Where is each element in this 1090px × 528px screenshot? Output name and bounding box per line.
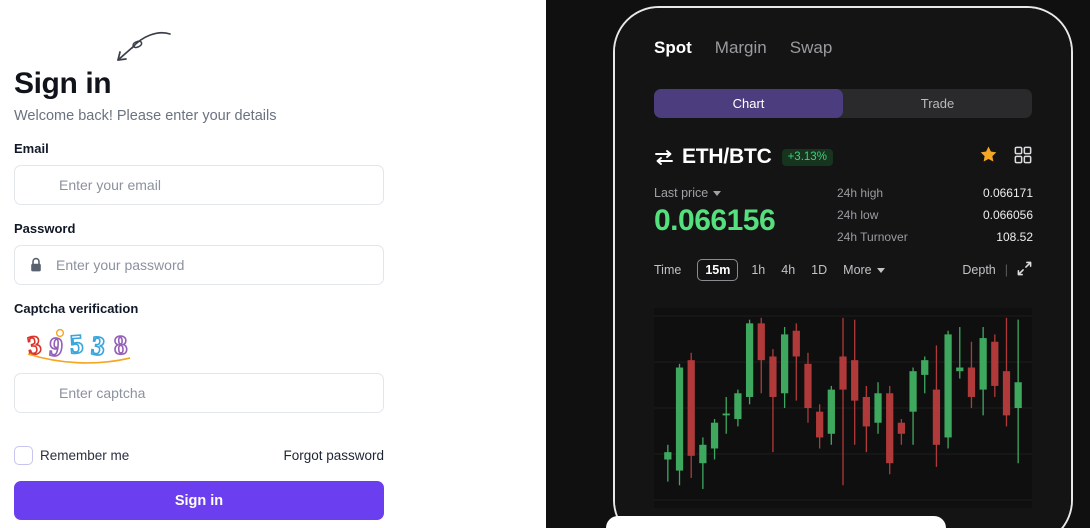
captcha-image[interactable]: 3 9 5 3 8 bbox=[26, 324, 150, 366]
timeframe-row: Time 15m 1h 4h 1D More Depth | bbox=[654, 257, 1032, 283]
stat-label: 24h low bbox=[837, 208, 879, 222]
phone-showcase-panel: Spot Margin Swap Chart Trade ETH/BTC +3.… bbox=[546, 0, 1090, 528]
last-price-label: Last price bbox=[654, 186, 709, 200]
pair-symbol: ETH/BTC bbox=[682, 145, 772, 168]
swap-arrows-icon[interactable] bbox=[654, 147, 674, 167]
pair-actions bbox=[979, 145, 1032, 169]
stat-row: 24h low 0.066056 bbox=[837, 208, 1033, 222]
market-type-tabs: Spot Margin Swap bbox=[654, 38, 832, 58]
timeframe-more[interactable]: More bbox=[843, 263, 885, 277]
svg-text:8: 8 bbox=[113, 330, 128, 361]
candlestick-chart[interactable] bbox=[654, 308, 1032, 508]
email-label: Email bbox=[14, 141, 49, 156]
page-title: Sign in bbox=[14, 67, 112, 100]
remember-me-checkbox[interactable] bbox=[14, 446, 33, 465]
trading-pair-row: ETH/BTC +3.13% bbox=[654, 143, 1032, 171]
timeframe-1h[interactable]: 1h bbox=[751, 263, 765, 277]
email-placeholder: Enter your email bbox=[59, 177, 161, 193]
timeframe-4h[interactable]: 4h bbox=[781, 263, 795, 277]
svg-text:3: 3 bbox=[90, 330, 107, 361]
stat-value: 0.066056 bbox=[982, 208, 1033, 222]
segment-chart[interactable]: Chart bbox=[654, 89, 843, 118]
forgot-password-link[interactable]: Forgot password bbox=[283, 448, 384, 463]
remember-me-label: Remember me bbox=[40, 448, 130, 463]
password-label: Password bbox=[14, 221, 76, 236]
stat-label: 24h high bbox=[837, 186, 884, 200]
svg-text:5: 5 bbox=[69, 329, 85, 360]
timeframe-more-label: More bbox=[843, 263, 872, 277]
tab-spot[interactable]: Spot bbox=[654, 38, 692, 58]
grid-icon[interactable] bbox=[1014, 146, 1032, 169]
chevron-down-icon bbox=[876, 267, 885, 273]
divider: | bbox=[1004, 263, 1008, 277]
captcha-input[interactable]: Enter captcha bbox=[14, 373, 384, 413]
remember-row: Remember me Forgot password bbox=[14, 446, 384, 466]
phone-mockup: Spot Margin Swap Chart Trade ETH/BTC +3.… bbox=[613, 6, 1073, 528]
last-price-selector[interactable]: Last price bbox=[654, 186, 775, 200]
bottom-sheet-peek bbox=[606, 516, 946, 528]
expand-arrows-icon[interactable] bbox=[1017, 261, 1032, 279]
stat-value: 108.52 bbox=[996, 230, 1033, 244]
tab-margin[interactable]: Margin bbox=[715, 38, 767, 58]
password-field[interactable]: Enter your password bbox=[14, 245, 384, 285]
email-field[interactable]: Enter your email bbox=[14, 165, 384, 205]
last-price-value: 0.066156 bbox=[654, 204, 776, 237]
chart-tools: Depth | bbox=[962, 261, 1032, 279]
sign-in-button[interactable]: Sign in bbox=[14, 481, 384, 520]
last-price-block: Last price 0.066156 bbox=[654, 186, 776, 237]
login-panel: Sign in Welcome back! Please enter your … bbox=[0, 0, 546, 528]
timeframe-15m[interactable]: 15m bbox=[697, 259, 739, 281]
captcha-placeholder: Enter captcha bbox=[59, 385, 146, 401]
page-subtitle: Welcome back! Please enter your details bbox=[14, 108, 277, 124]
depth-button[interactable]: Depth bbox=[962, 263, 995, 277]
tab-swap[interactable]: Swap bbox=[790, 38, 833, 58]
timeframe-time-label[interactable]: Time bbox=[654, 263, 681, 277]
password-placeholder: Enter your password bbox=[56, 257, 185, 273]
phone-screen: Spot Margin Swap Chart Trade ETH/BTC +3.… bbox=[615, 8, 1071, 528]
market-stats: 24h high 0.066171 24h low 0.066056 24h T… bbox=[837, 186, 1033, 252]
stat-value: 0.066171 bbox=[982, 186, 1033, 200]
lock-icon bbox=[29, 257, 43, 273]
chart-trade-segmented-control: Chart Trade bbox=[654, 89, 1032, 118]
stat-row: 24h Turnover 108.52 bbox=[837, 230, 1033, 244]
chevron-down-icon bbox=[713, 190, 722, 196]
stat-row: 24h high 0.066171 bbox=[837, 186, 1033, 200]
price-change-badge: +3.13% bbox=[781, 148, 833, 166]
timeframe-1d[interactable]: 1D bbox=[811, 263, 827, 277]
segment-trade[interactable]: Trade bbox=[843, 89, 1032, 118]
stat-label: 24h Turnover bbox=[837, 230, 908, 244]
captcha-label: Captcha verification bbox=[14, 301, 139, 316]
star-icon[interactable] bbox=[979, 145, 998, 169]
curved-arrow-annotation-icon bbox=[117, 31, 171, 61]
